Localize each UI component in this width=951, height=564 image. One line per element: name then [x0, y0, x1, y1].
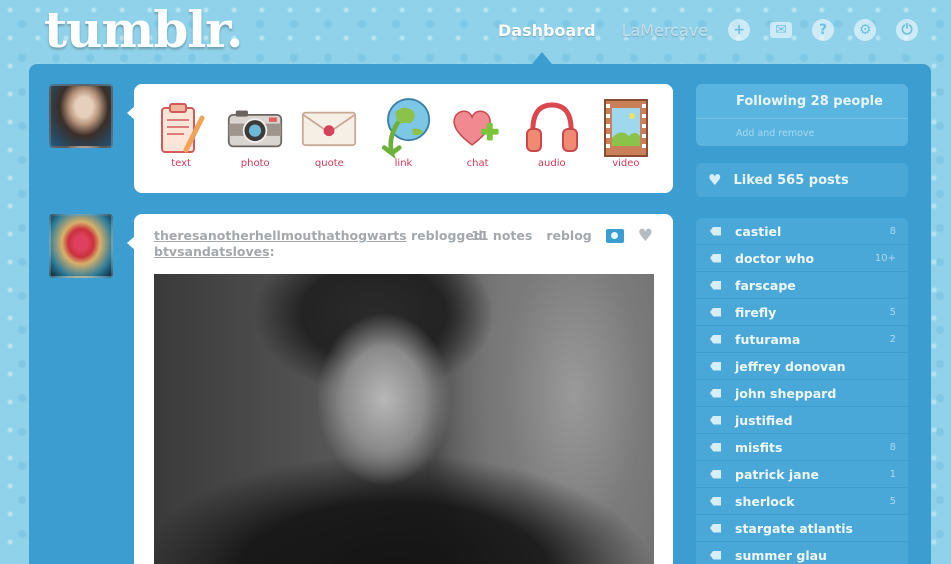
tag-name: castiel [735, 223, 782, 239]
tag-icon [710, 307, 721, 317]
post-type-label: quote [314, 158, 344, 169]
active-nav-caret [532, 52, 552, 64]
tag-name: doctor who [735, 250, 815, 266]
post-type-label: text [171, 158, 191, 169]
tag-item[interactable]: summer glau [696, 542, 908, 564]
user-avatar[interactable] [49, 84, 113, 148]
globe-arrow-icon [375, 98, 431, 160]
tag-count: 10+ [874, 252, 896, 264]
reblog-button[interactable]: reblog [546, 228, 591, 243]
tag-item[interactable]: misfits 8 [696, 434, 908, 460]
tracked-tags-list: castiel 8 doctor who 10+ farscape firefly 5… [696, 218, 908, 564]
tag-icon [710, 361, 721, 371]
tag-count: 1 [889, 468, 896, 480]
tag-name: stargate atlantis [735, 520, 853, 536]
tag-item[interactable]: firefly 5 [696, 299, 908, 325]
post-type-text-button[interactable]: text [148, 100, 214, 169]
logout-icon[interactable]: ⏻ [896, 19, 919, 41]
tag-item[interactable]: sherlock 5 [696, 488, 908, 514]
liked-posts-count[interactable]: Liked 565 posts [733, 173, 848, 188]
post-controls: 11 notes reblog ♥ [471, 227, 653, 244]
tag-icon [710, 415, 721, 425]
nav-dashboard-link[interactable]: Dashboard [498, 21, 596, 40]
post-type-chat-button[interactable]: chat [445, 100, 511, 169]
settings-icon[interactable]: ⚙ [854, 19, 877, 41]
following-count[interactable]: Following 28 people [736, 94, 883, 109]
tag-icon [710, 523, 721, 533]
post-type-link-button[interactable]: link [370, 98, 436, 169]
tag-item[interactable]: doctor who 10+ [696, 245, 908, 271]
like-heart-icon[interactable]: ♥ [638, 227, 653, 244]
post-type-label: photo [240, 158, 270, 169]
tag-icon [710, 388, 721, 398]
tag-icon [710, 550, 721, 560]
messages-icon[interactable]: ✉ [770, 22, 793, 38]
heart-icon: ♥ [708, 171, 722, 189]
tag-icon [710, 280, 721, 290]
clipboard-icon [153, 100, 209, 156]
post-type-quote-button[interactable]: quote [296, 100, 362, 169]
tag-item[interactable]: farscape [696, 272, 908, 298]
heart-plus-icon [450, 100, 506, 156]
tag-item[interactable]: patrick jane 1 [696, 461, 908, 487]
tag-icon [710, 226, 721, 236]
tag-item[interactable]: stargate atlantis [696, 515, 908, 541]
post-type-bar: text photo quote link chat audio video [134, 84, 673, 193]
new-post-icon[interactable]: + [728, 19, 751, 41]
post-source-suffix: : [269, 244, 275, 259]
tag-item[interactable]: futurama 2 [696, 326, 908, 352]
tag-count: 2 [889, 333, 896, 345]
post-author-link[interactable]: theresanotherhellmouthathogwarts [154, 228, 407, 243]
post-type-video-button[interactable]: video [593, 99, 659, 169]
tag-count: 8 [889, 225, 896, 237]
tag-name: jeffrey donovan [735, 358, 846, 374]
post-type-label: audio [537, 158, 566, 169]
tumblr-logo[interactable]: tumblr. [44, 0, 243, 59]
post-type-label: link [394, 158, 413, 169]
help-icon[interactable]: ? [812, 19, 835, 41]
headphones-icon [524, 100, 580, 156]
tag-icon [710, 496, 721, 506]
nav-blog-link[interactable]: LaMercave [622, 21, 709, 40]
tag-name: john sheppard [735, 385, 837, 401]
add-remove-link[interactable]: Add and remove [736, 128, 814, 139]
tag-name: futurama [735, 331, 801, 347]
post-type-label: chat [466, 158, 489, 169]
top-navigation: Dashboard LaMercave + ✉ ? ⚙ ⏻ [498, 14, 919, 46]
post-photo[interactable] [154, 274, 654, 564]
tag-count: 5 [889, 306, 896, 318]
tag-count: 8 [889, 441, 896, 453]
tag-item[interactable]: john sheppard [696, 380, 908, 406]
post-notes-link[interactable]: 11 notes [471, 228, 532, 243]
tag-item[interactable]: castiel 8 [696, 218, 908, 244]
post-author-avatar[interactable] [49, 214, 113, 278]
dashboard-post: theresanotherhellmouthathogwarts reblogg… [134, 214, 673, 564]
tag-icon [710, 442, 721, 452]
tag-icon [710, 334, 721, 344]
following-box[interactable]: Following 28 people Add and remove [696, 84, 908, 146]
tag-item[interactable]: justified [696, 407, 908, 433]
tag-icon [710, 253, 721, 263]
tag-count: 5 [889, 495, 896, 507]
tag-name: sherlock [735, 493, 795, 509]
post-type-audio-button[interactable]: audio [519, 100, 585, 169]
liked-posts-box[interactable]: ♥ Liked 565 posts [696, 163, 908, 197]
post-type-photo-button[interactable]: photo [222, 100, 288, 169]
envelope-icon [301, 100, 357, 156]
post-source-link[interactable]: btvsandatsloves [154, 244, 270, 259]
divider [696, 118, 908, 119]
tag-name: justified [735, 412, 793, 428]
tag-name: farscape [735, 277, 796, 293]
post-type-label: video [612, 158, 640, 169]
camera-icon [227, 100, 283, 156]
tag-icon [710, 469, 721, 479]
tag-item[interactable]: jeffrey donovan [696, 353, 908, 379]
tag-name: misfits [735, 439, 783, 455]
film-icon [598, 99, 654, 157]
tag-name: summer glau [735, 547, 827, 563]
photo-type-icon [605, 228, 624, 243]
tag-name: patrick jane [735, 466, 819, 482]
tag-name: firefly [735, 304, 777, 320]
